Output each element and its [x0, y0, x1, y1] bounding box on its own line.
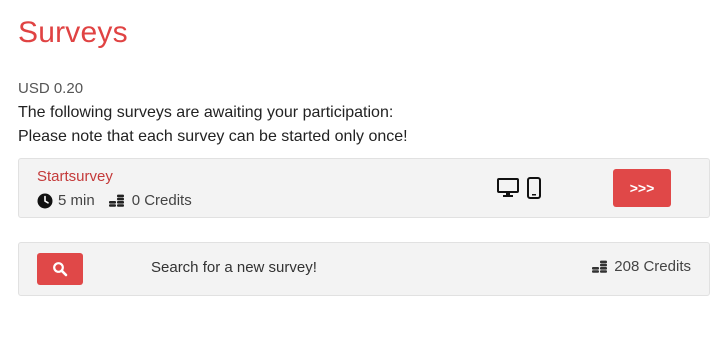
- start-survey-button[interactable]: >>>: [613, 169, 671, 207]
- balance-text: USD 0.20: [18, 80, 84, 97]
- coins-icon: [108, 193, 127, 209]
- clock-icon: [37, 193, 53, 209]
- desktop-icon: [497, 178, 519, 203]
- surveys-page: Surveys USD 0.20 The following surveys a…: [0, 0, 728, 356]
- survey-card: Startsurvey 5 min 0 Credits >>>: [18, 158, 710, 218]
- total-credits-value: 208 Credits: [614, 258, 691, 275]
- page-title: Surveys: [18, 16, 128, 49]
- search-icon: [52, 261, 68, 277]
- survey-credits: 0 Credits: [131, 192, 192, 209]
- survey-meta: 5 min 0 Credits: [37, 192, 192, 209]
- info-text-line1: The following surveys are awaiting your …: [18, 104, 394, 121]
- info-text-line2: Please note that each survey can be star…: [18, 128, 408, 145]
- mobile-icon: [527, 177, 541, 204]
- search-card: Search for a new survey! 208 Credits: [18, 242, 710, 296]
- search-survey-button[interactable]: [37, 253, 83, 285]
- coins-icon: [592, 259, 610, 275]
- total-credits: 208 Credits: [592, 258, 691, 275]
- survey-title-link[interactable]: Startsurvey: [37, 168, 113, 185]
- survey-duration: 5 min: [58, 192, 95, 209]
- device-icons: [497, 177, 541, 204]
- search-new-survey-label: Search for a new survey!: [151, 259, 317, 276]
